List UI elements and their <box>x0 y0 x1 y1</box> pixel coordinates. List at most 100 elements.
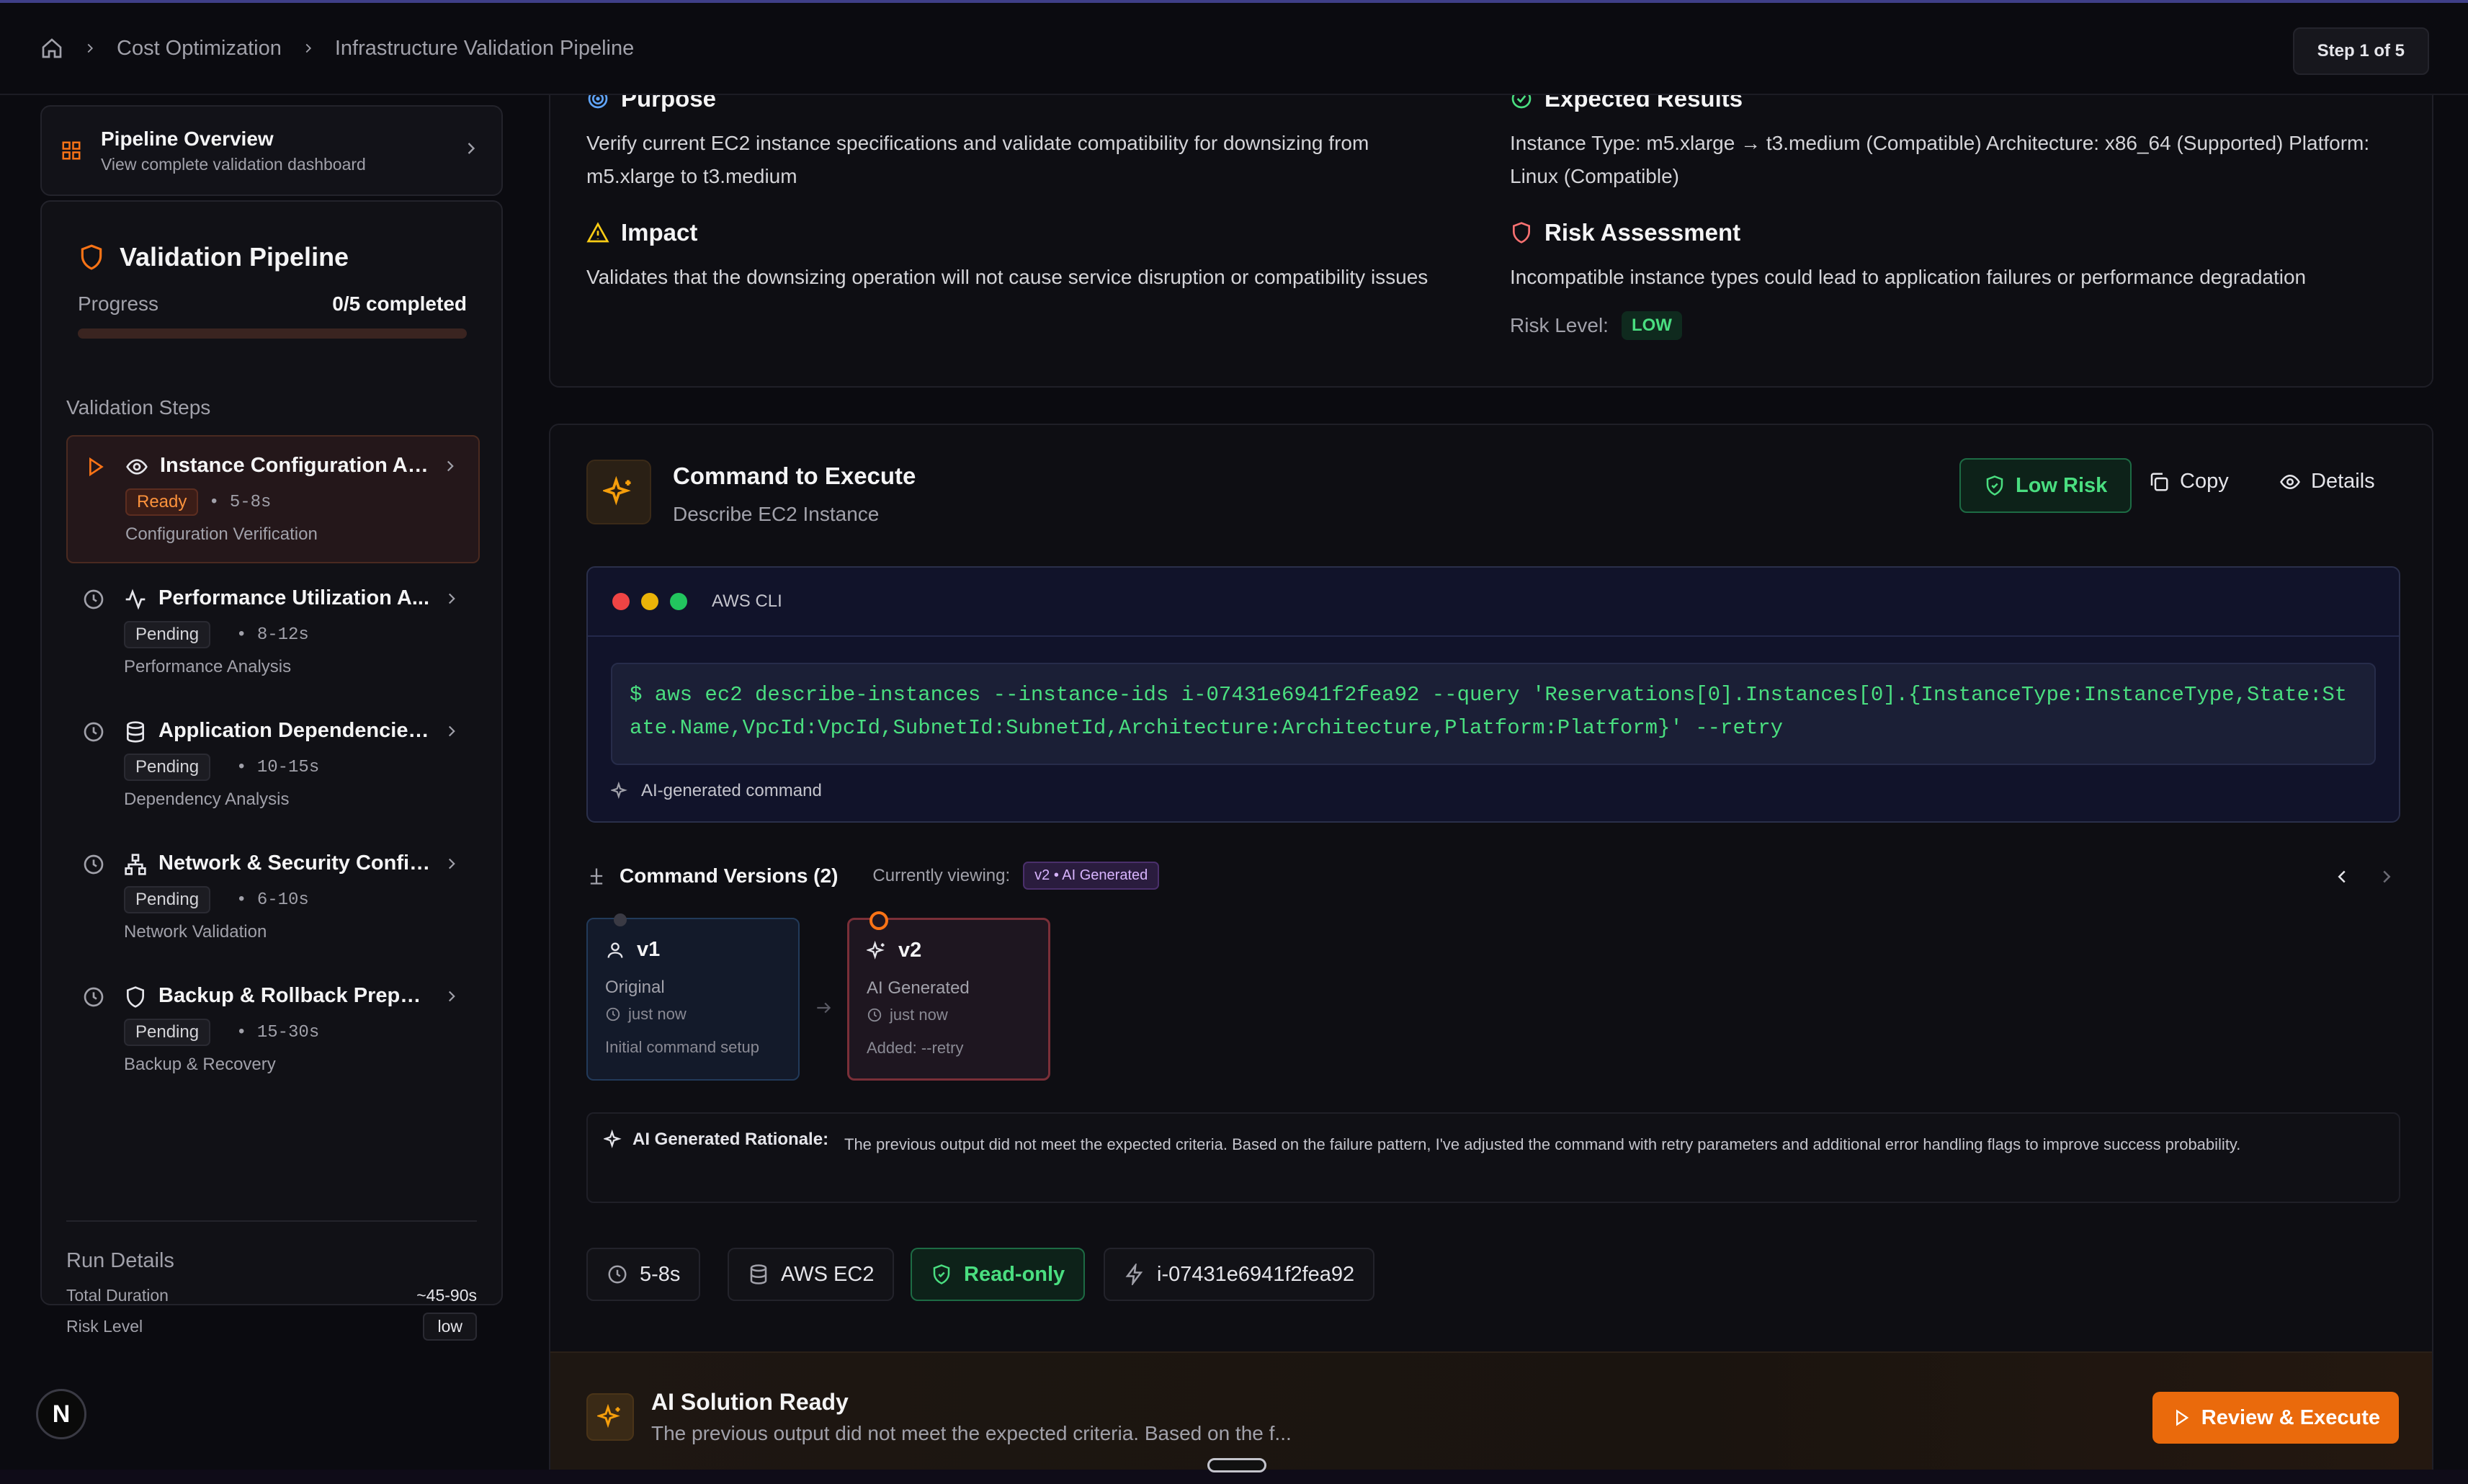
step-instance-configuration[interactable]: Instance Configuration An... Ready • 5-8… <box>66 435 480 563</box>
progress-row: Progress 0/5 completed <box>78 292 467 316</box>
step-info-card: Purpose Verify current EC2 instance spec… <box>549 95 2433 388</box>
clock-icon <box>867 1008 882 1022</box>
expected-results-text: Instance Type: m5.xlarge → t3.medium (Co… <box>1510 132 2370 187</box>
version-type: Original <box>605 978 665 997</box>
risk-level: Risk Level: LOW <box>1510 311 2403 340</box>
step-category: Backup & Recovery <box>124 1055 276 1074</box>
play-icon <box>89 457 104 477</box>
step-name: Instance Configuration An... <box>160 454 434 477</box>
risk-level-badge: LOW <box>1621 311 1682 340</box>
chevron-right-icon <box>87 43 94 53</box>
low-risk-button[interactable]: Low Risk <box>1959 458 2132 513</box>
copy-icon <box>2150 473 2168 491</box>
total-duration-label: Total Duration <box>66 1286 169 1305</box>
clock-icon <box>608 1265 627 1284</box>
copy-button[interactable]: Copy <box>2148 470 2229 493</box>
currently-viewing-pill: v2 • AI Generated <box>1023 862 1160 890</box>
eye-icon <box>126 459 148 475</box>
details-button[interactable]: Details <box>2279 470 2375 493</box>
avatar[interactable]: N <box>36 1389 86 1439</box>
impact-section: Impact Validates that the downsizing ope… <box>586 219 1451 294</box>
version-card-v1[interactable]: v1 Original just now Initial command set… <box>586 913 800 1081</box>
step-category: Dependency Analysis <box>124 790 290 809</box>
shield-check-icon <box>1986 475 2003 496</box>
chevron-right-icon <box>448 991 455 1002</box>
step-application-dependencies[interactable]: Application Dependencies ... Pending • 1… <box>66 702 480 830</box>
step-performance-utilization[interactable]: Performance Utilization A... Pending • 8… <box>66 569 480 697</box>
clock-icon <box>84 722 104 742</box>
duration-chip: 5-8s <box>586 1248 701 1301</box>
step-category: Configuration Verification <box>125 524 318 544</box>
version-id: v2 <box>898 939 922 962</box>
version-time: just now <box>605 1005 781 1024</box>
risk-level-badge: low <box>423 1313 477 1341</box>
validation-pipeline-panel: Validation Pipeline Progress 0/5 complet… <box>40 200 503 1341</box>
expected-results-section: Expected Results Instance Type: m5.xlarg… <box>1510 95 2374 193</box>
step-indicator: Step 1 of 5 <box>2292 27 2429 75</box>
database-icon <box>127 721 144 743</box>
review-execute-button[interactable]: Review & Execute <box>2152 1392 2399 1444</box>
terminal: AWS CLI $ aws ec2 describe-instances --i… <box>586 566 2400 823</box>
step-duration: • 10-15s <box>236 758 320 777</box>
validation-steps-heading: Validation Steps <box>66 396 211 419</box>
progress-label: Progress <box>78 292 159 315</box>
step-duration: • 8-12s <box>236 625 309 645</box>
total-duration-row: Total Duration ~45-90s <box>66 1286 477 1305</box>
command-title: Command to Execute <box>673 462 916 489</box>
risk-level-label: Risk Level <box>66 1317 143 1336</box>
clock-icon <box>84 987 104 1007</box>
progress-bar <box>78 328 467 339</box>
impact-title: Impact <box>621 219 698 246</box>
impact-text: Validates that the downsizing operation … <box>586 266 1429 288</box>
home-icon[interactable] <box>40 37 63 60</box>
close-dot <box>612 593 630 610</box>
command-code[interactable]: $ aws ec2 describe-instances --instance-… <box>611 663 2376 765</box>
scroll-handle[interactable] <box>1207 1458 1266 1472</box>
read-only-value: Read-only <box>964 1262 1065 1286</box>
target-icon <box>588 95 608 109</box>
breadcrumb-item-cost-optimization[interactable]: Cost Optimization <box>117 37 282 61</box>
step-name: Application Dependencies ... <box>158 719 432 742</box>
ai-rationale-label: AI Generated Rationale: <box>632 1130 829 1149</box>
step-network-security[interactable]: Network & Security Config... Pending • 6… <box>66 834 480 962</box>
dashboard-icon <box>62 141 81 160</box>
clock-icon <box>84 854 104 875</box>
chevron-right-icon <box>305 43 311 53</box>
service-chip: AWS EC2 <box>728 1248 895 1301</box>
terminal-label: AWS CLI <box>712 591 782 611</box>
purpose-section: Purpose Verify current EC2 instance spec… <box>586 95 1451 193</box>
version-card-v2[interactable]: v2 AI Generated just now Added: --retry <box>847 911 1050 1081</box>
sparkles-icon <box>586 1393 634 1441</box>
step-name: Backup & Rollback Prepar... <box>158 984 432 1007</box>
pipeline-title: Validation Pipeline <box>78 242 349 272</box>
git-commit-icon <box>590 868 603 885</box>
sparkles-icon <box>586 460 651 524</box>
purpose-title: Purpose <box>621 95 717 112</box>
pipeline-title-text: Validation Pipeline <box>120 242 349 272</box>
arrow-right-icon <box>817 1002 831 1014</box>
chevron-right-icon <box>468 143 475 154</box>
step-category: Network Validation <box>124 922 267 942</box>
risk-assessment-section: Risk Assessment Incompatible instance ty… <box>1510 219 2403 340</box>
header: Cost Optimization Infrastructure Validat… <box>0 3 2468 95</box>
version-marker-active <box>869 911 888 930</box>
status-badge: Ready <box>125 488 199 516</box>
command-versions-header: Command Versions (2) Currently viewing: … <box>586 862 1160 890</box>
database-icon <box>750 1264 767 1284</box>
network-icon <box>125 854 146 875</box>
chevron-left-icon[interactable] <box>2331 866 2353 888</box>
chevron-right-icon[interactable] <box>2376 866 2397 888</box>
pipeline-overview-link[interactable]: Pipeline Overview View complete validati… <box>40 105 503 196</box>
step-backup-rollback[interactable]: Backup & Rollback Prepar... Pending • 15… <box>66 967 480 1095</box>
risk-level-row: Risk Level low <box>66 1313 477 1341</box>
duration-value: 5-8s <box>640 1262 681 1286</box>
overview-title: Pipeline Overview <box>101 127 274 150</box>
step-name: Network & Security Config... <box>158 851 432 875</box>
chevron-right-icon <box>448 593 455 604</box>
run-details-heading: Run Details <box>66 1249 174 1272</box>
risk-level-label: Risk Level: <box>1510 314 1609 336</box>
step-duration: • 6-10s <box>236 890 309 910</box>
instance-chip: i-07431e6941f2fea92 <box>1104 1248 1375 1301</box>
user-icon <box>607 942 623 958</box>
shield-icon <box>1513 222 1530 243</box>
